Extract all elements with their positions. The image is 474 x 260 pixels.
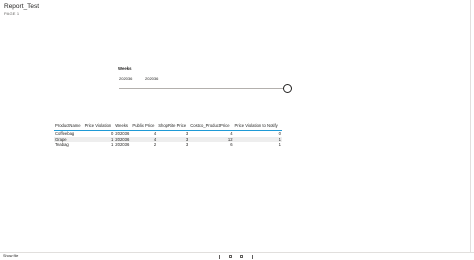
show-file-link[interactable]: Show file [3, 254, 18, 258]
cell-weeks: 202036 [115, 131, 130, 137]
table-row[interactable]: Teabag 1 202036 2 3 6 1 [54, 142, 282, 148]
cell-weeks: 202036 [114, 136, 132, 142]
slicer-header: Weeks [118, 66, 132, 71]
range-end-input[interactable]: 202036 [145, 75, 171, 82]
cell-violation-notify: 1 [278, 142, 281, 148]
column-header-violation-notify[interactable]: Price Violation to Notify [233, 121, 282, 131]
table-header-row: ProductName Price Violation Weeks Publix… [54, 121, 282, 131]
column-header-weeks[interactable]: Weeks [114, 121, 132, 131]
expand-icon[interactable] [252, 254, 253, 259]
fit-to-page-icon[interactable] [240, 255, 243, 258]
column-header-shoprite-price[interactable]: ShopRite Price [157, 121, 190, 131]
column-header-costco-price[interactable]: Costco_ProductPrice [189, 121, 234, 131]
column-header-publix-price[interactable]: Publix Price [131, 121, 158, 131]
filter-icon[interactable] [219, 254, 220, 259]
page-label: PAGE 1 [4, 11, 20, 16]
column-header-price-violation[interactable]: Price Violation [83, 121, 115, 131]
cell-weeks: 202036 [115, 142, 130, 148]
bottom-bar: Show file [0, 252, 474, 260]
column-header-product[interactable]: ProductName [54, 121, 84, 131]
cell-shoprite-price: 3 [185, 142, 189, 148]
price-table: ProductName Price Violation Weeks Publix… [54, 121, 282, 148]
cell-costco-price: 6 [230, 142, 233, 148]
focus-mode-icon[interactable] [229, 255, 232, 258]
report-page: Report_Test PAGE 1 Weeks 202036 202036 P… [0, 0, 474, 260]
report-title: Report_Test [4, 3, 40, 10]
cell-price-violation: 1 [110, 142, 114, 148]
slider-handle[interactable] [283, 83, 292, 93]
page-edge-divider [470, 0, 471, 252]
weeks-slicer[interactable]: Weeks 202036 202036 [117, 66, 297, 96]
slider-track[interactable] [119, 88, 285, 89]
range-start-input[interactable]: 202036 [119, 75, 145, 82]
cell-publix-price: 2 [153, 142, 157, 148]
cell-product: Teabag [55, 142, 69, 148]
